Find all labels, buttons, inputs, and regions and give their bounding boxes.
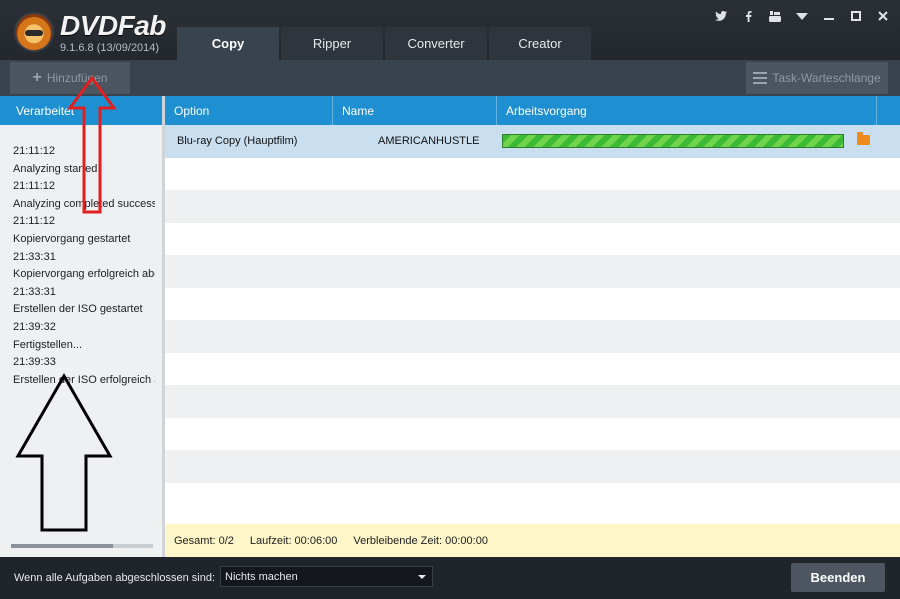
after-completion-value: Nichts machen: [225, 570, 298, 583]
log-entry: 21:33:31: [13, 250, 56, 263]
app-brand: DVDFab: [60, 10, 166, 41]
log-entry: Kopiervorgang erfolgreich abgeschlossen: [13, 268, 155, 281]
add-button[interactable]: + Hinzufügen: [10, 62, 130, 94]
maximize-icon[interactable]: [849, 8, 863, 24]
table-row: [165, 255, 900, 288]
log-entry: 21:33:31: [13, 285, 56, 298]
log-entry: Analyzing started: [13, 162, 98, 175]
add-button-label: Hinzufügen: [46, 71, 108, 85]
table-row: [165, 450, 900, 483]
table-row[interactable]: Blu-ray Copy (Hauptfilm) AMERICANHUSTLE: [165, 125, 900, 158]
task-rows: Blu-ray Copy (Hauptfilm) AMERICANHUSTLE: [165, 125, 900, 515]
plus-icon: +: [32, 69, 42, 86]
list-icon: [753, 72, 768, 84]
status-remaining: Verbleibende Zeit: 00:00:00: [353, 534, 488, 547]
task-queue-label: Task-Warteschlange: [772, 71, 881, 85]
status-total: Gesamt: 0/2: [174, 534, 234, 547]
log-entry: 21:11:12: [13, 180, 56, 193]
dropdown-menu-icon[interactable]: [795, 8, 809, 24]
chevron-down-icon: [418, 575, 426, 579]
log-panel-header: Verarbeitet: [0, 96, 162, 125]
window-controls: [714, 8, 890, 24]
log-entry: Kopiervorgang gestartet: [13, 232, 131, 245]
close-icon[interactable]: [876, 8, 890, 24]
log-panel: Verarbeitet 21:11:12 Analyzing started 2…: [0, 96, 165, 557]
scrollbar-thumb[interactable]: [11, 544, 113, 548]
table-row: [165, 320, 900, 353]
toolbar: + Hinzufügen Task-Warteschlange: [0, 60, 900, 96]
exit-button[interactable]: Beenden: [791, 563, 885, 592]
task-option: Blu-ray Copy (Hauptfilm): [177, 135, 298, 148]
tab-ripper[interactable]: Ripper: [281, 27, 383, 60]
app-version: 9.1.6.8 (13/09/2014): [60, 42, 160, 54]
status-bar: Gesamt: 0/2 Laufzeit: 00:06:00 Verbleibe…: [165, 524, 900, 557]
log-entry: Erstellen der ISO erfolgreich abgeschlos…: [13, 373, 155, 386]
log-entry: 21:11:12: [13, 215, 56, 228]
table-row: [165, 222, 900, 255]
minimize-icon[interactable]: [822, 8, 836, 24]
youtube-icon[interactable]: [768, 8, 782, 24]
log-entry: Analyzing completed successfully: [13, 197, 155, 210]
task-progress-bar: [502, 134, 844, 148]
task-name: AMERICANHUSTLE: [378, 135, 480, 148]
main-tabs: Copy Ripper Converter Creator: [177, 27, 591, 60]
task-list-panel: Option Name Arbeitsvorgang Blu-ray Copy …: [165, 96, 900, 557]
table-row: [165, 190, 900, 223]
tab-creator[interactable]: Creator: [489, 27, 591, 60]
column-option[interactable]: Option: [165, 96, 333, 125]
task-queue-button[interactable]: Task-Warteschlange: [746, 62, 888, 94]
after-completion-select[interactable]: Nichts machen: [220, 566, 433, 587]
status-elapsed: Laufzeit: 00:06:00: [249, 534, 338, 547]
twitter-icon[interactable]: [714, 8, 728, 24]
dvdfab-logo-icon: [14, 12, 54, 52]
column-progress[interactable]: Arbeitsvorgang: [497, 96, 877, 125]
table-row: [165, 385, 900, 418]
table-row: [165, 482, 900, 515]
log-list: 21:11:12 Analyzing started 21:11:12 Anal…: [0, 125, 162, 389]
open-folder-icon[interactable]: [857, 132, 870, 145]
log-entry: 21:11:12: [13, 145, 56, 157]
facebook-icon[interactable]: [741, 8, 755, 24]
after-completion-label: Wenn alle Aufgaben abgeschlossen sind:: [14, 572, 215, 584]
log-entry: Fertigstellen...: [13, 338, 83, 351]
log-horizontal-scrollbar[interactable]: [11, 544, 153, 548]
table-row: [165, 287, 900, 320]
footer-bar: Wenn alle Aufgaben abgeschlossen sind: N…: [0, 557, 900, 599]
log-entry: Erstellen der ISO gestartet: [13, 303, 143, 316]
task-table-header: Option Name Arbeitsvorgang: [165, 96, 900, 125]
title-bar: DVDFab 9.1.6.8 (13/09/2014) Copy Ripper …: [0, 0, 900, 60]
column-spacer: [877, 96, 900, 125]
table-row: [165, 352, 900, 385]
log-entry: 21:39:33: [13, 356, 56, 369]
table-row: [165, 157, 900, 190]
tab-converter[interactable]: Converter: [385, 27, 487, 60]
table-row: [165, 417, 900, 450]
column-name[interactable]: Name: [333, 96, 497, 125]
log-entry: 21:39:32: [13, 320, 56, 333]
tab-copy[interactable]: Copy: [177, 27, 279, 60]
